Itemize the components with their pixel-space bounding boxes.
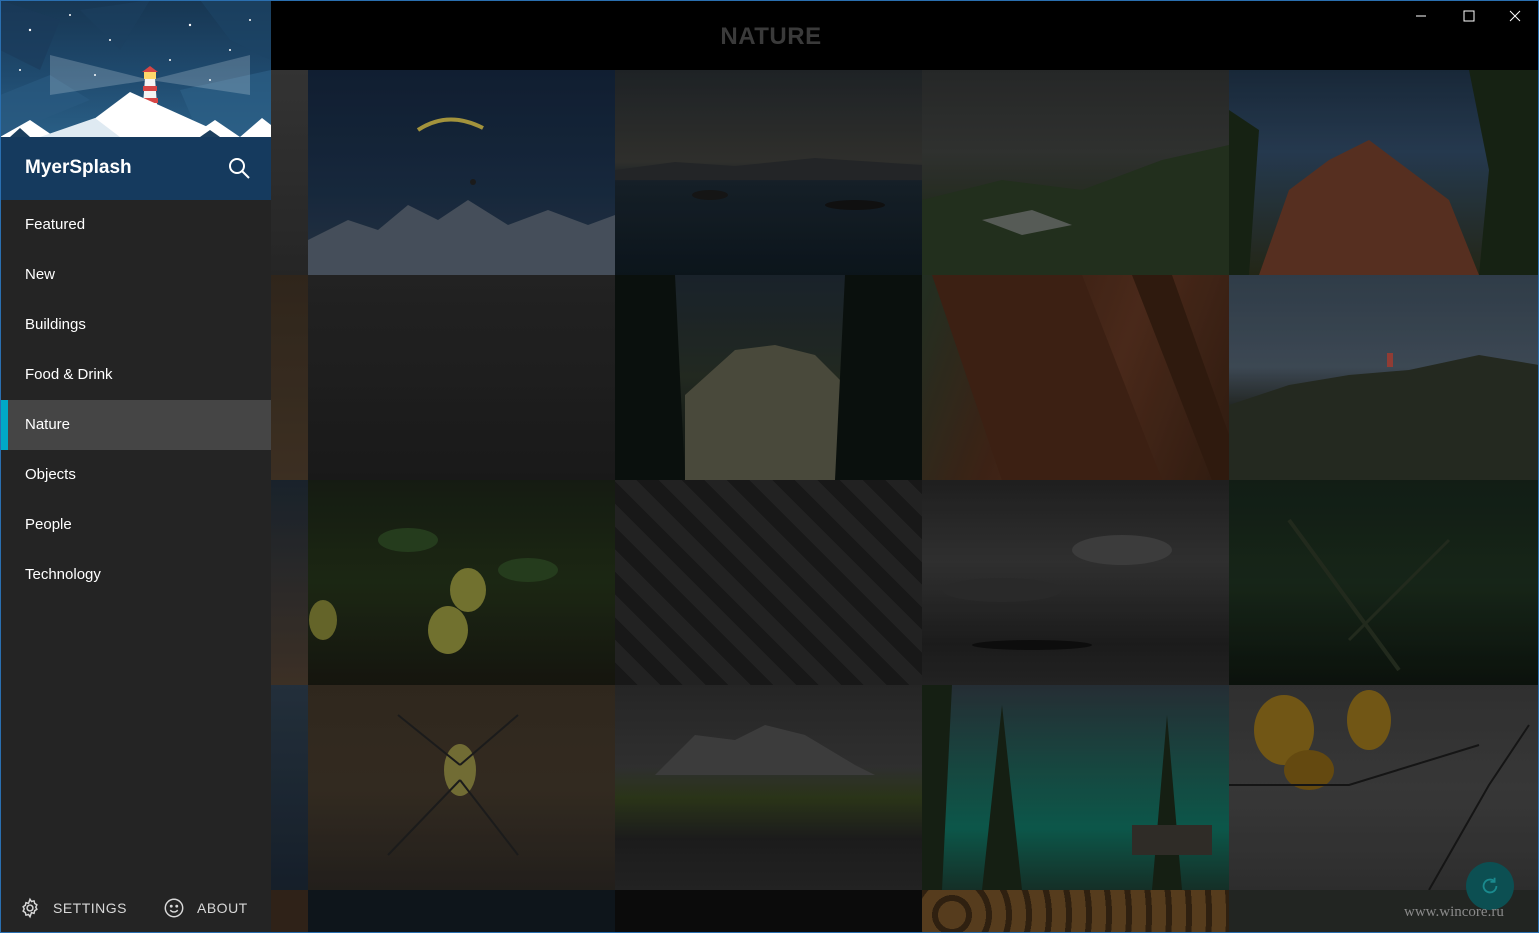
photo-tile[interactable]	[1229, 480, 1539, 685]
sidebar: MyerSplash Featured New Buildings Food &…	[0, 0, 271, 933]
page-title: NATURE	[720, 23, 822, 50]
photo-tile-partial[interactable]	[271, 480, 308, 685]
nav-item-technology[interactable]: Technology	[0, 550, 271, 600]
watermark: www.wincore.ru	[1404, 904, 1504, 920]
close-icon	[1509, 10, 1521, 22]
about-button[interactable]: ABOUT	[163, 893, 248, 923]
photo-tile-partial[interactable]	[271, 685, 308, 890]
settings-button[interactable]: SETTINGS	[19, 893, 127, 923]
photo-tile[interactable]	[1229, 275, 1539, 480]
photo-tile[interactable]	[615, 275, 922, 480]
photo-tile[interactable]	[615, 890, 922, 933]
gear-icon	[22, 897, 38, 919]
photo-tile-partial[interactable]	[271, 890, 308, 933]
maximize-button[interactable]	[1446, 0, 1492, 32]
refresh-button[interactable]	[1466, 862, 1514, 910]
minimize-icon	[1416, 15, 1426, 17]
photo-tile[interactable]	[615, 685, 922, 890]
search-button[interactable]	[224, 152, 256, 184]
page-header: NATURE	[271, 0, 1539, 70]
photo-tile[interactable]	[1229, 70, 1539, 275]
nav-item-people[interactable]: People	[0, 500, 271, 550]
photo-tile[interactable]	[615, 70, 922, 275]
nav-item-featured[interactable]: Featured	[0, 200, 271, 250]
photo-tile[interactable]	[308, 70, 615, 275]
photo-tile[interactable]	[922, 70, 1229, 275]
nav-item-nature[interactable]: Nature	[0, 400, 271, 450]
category-nav: Featured New Buildings Food & Drink Natu…	[0, 200, 271, 600]
smiley-icon	[164, 898, 184, 918]
maximize-icon	[1463, 10, 1475, 22]
close-button[interactable]	[1492, 0, 1538, 32]
nav-item-buildings[interactable]: Buildings	[0, 300, 271, 350]
photo-tile[interactable]	[922, 890, 1229, 933]
nav-item-food-drink[interactable]: Food & Drink	[0, 350, 271, 400]
photo-tile[interactable]	[922, 275, 1229, 480]
header-illustration	[0, 0, 271, 137]
photo-tile-partial[interactable]	[271, 275, 308, 480]
photo-tile[interactable]	[308, 685, 615, 890]
about-label: ABOUT	[197, 900, 248, 916]
photo-tile[interactable]	[308, 480, 615, 685]
photo-tile[interactable]	[308, 275, 615, 480]
refresh-icon	[1482, 877, 1498, 894]
photo-grid	[271, 70, 1539, 933]
photo-tile[interactable]	[615, 480, 922, 685]
nav-item-objects[interactable]: Objects	[0, 450, 271, 500]
minimize-button[interactable]	[1398, 0, 1444, 32]
nav-item-new[interactable]: New	[0, 250, 271, 300]
photo-tile-partial[interactable]	[271, 70, 308, 275]
photo-tile[interactable]	[1229, 685, 1539, 890]
photo-tile[interactable]	[922, 480, 1229, 685]
photo-tile[interactable]	[922, 685, 1229, 890]
search-icon	[229, 158, 250, 179]
settings-label: SETTINGS	[53, 900, 128, 916]
photo-tile[interactable]	[308, 890, 615, 933]
app-title: MyerSplash	[25, 157, 132, 178]
